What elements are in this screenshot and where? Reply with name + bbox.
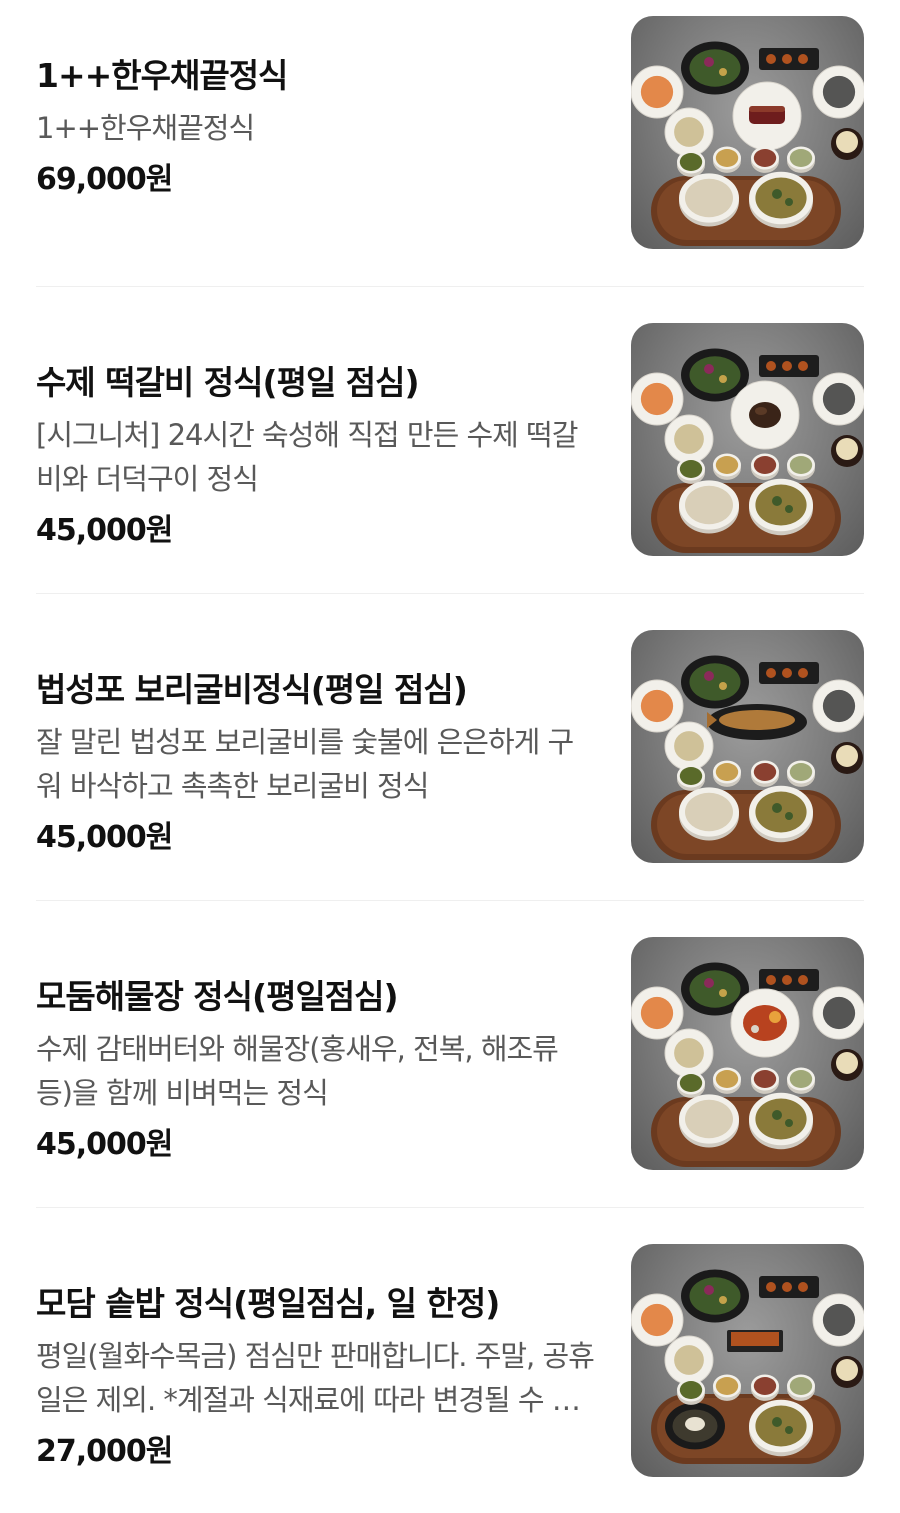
menu-item-text: 법성포 보리굴비정식(평일 점심) 잘 말린 법성포 보리굴비를 숯불에 은은하… [36,666,596,860]
menu-item[interactable]: 모담 솥밥 정식(평일점심, 일 한정) 평일(월화수목금) 점심만 판매합니다… [0,1228,900,1513]
menu-item-text: 1++한우채끝정식 1++한우채끝정식 69,000원 [36,52,596,202]
menu-item-photo[interactable] [631,630,864,863]
menu-item[interactable]: 수제 떡갈비 정식(평일 점심) [시그니처] 24시간 숙성해 직접 만든 수… [0,307,900,614]
divider [36,900,864,901]
menu-item-description: 평일(월화수목금) 점심만 판매합니다. 주말, 공휴일은 제외. *계절과 식… [36,1339,595,1417]
menu-item-price: 45,000원 [36,820,173,855]
divider [36,286,864,287]
menu-item-name: 법성포 보리굴비정식(평일 점심) [36,670,468,709]
menu-item-price: 45,000원 [36,1127,173,1162]
divider [36,1207,864,1208]
menu-item-text: 모담 솥밥 정식(평일점심, 일 한정) 평일(월화수목금) 점심만 판매합니다… [36,1280,596,1474]
divider [36,593,864,594]
menu-item-name: 모둠해물장 정식(평일점심) [36,977,399,1016]
menu-item-text: 수제 떡갈비 정식(평일 점심) [시그니처] 24시간 숙성해 직접 만든 수… [36,359,596,553]
menu-item-price: 45,000원 [36,513,173,548]
menu-item-name: 수제 떡갈비 정식(평일 점심) [36,363,420,402]
menu-item-description: [시그니처] 24시간 숙성해 직접 만든 수제 떡갈비와 더덕구이 정식 [36,418,578,496]
menu-item-name: 모담 솥밥 정식(평일점심, 일 한정) [36,1284,500,1323]
menu-item-text: 모둠해물장 정식(평일점심) 수제 감태버터와 해물장(홍새우, 전복, 해조류… [36,973,596,1167]
menu-item-description: 잘 말린 법성포 보리굴비를 숯불에 은은하게 구워 바삭하고 촉촉한 보리굴비… [36,725,574,803]
menu-item-photo[interactable] [631,323,864,556]
menu-item-photo[interactable] [631,1244,864,1477]
menu-list: 1++한우채끝정식 1++한우채끝정식 69,000원 수제 떡갈비 정식(평일… [0,0,900,1513]
menu-item-photo[interactable] [631,937,864,1170]
menu-item-price: 69,000원 [36,162,173,197]
menu-item-photo[interactable] [631,16,864,249]
menu-item[interactable]: 법성포 보리굴비정식(평일 점심) 잘 말린 법성포 보리굴비를 숯불에 은은하… [0,614,900,921]
menu-item-description: 1++한우채끝정식 [36,111,255,145]
menu-item-description: 수제 감태버터와 해물장(홍새우, 전복, 해조류 등)을 함께 비벼먹는 정식 [36,1032,559,1110]
menu-item[interactable]: 모둠해물장 정식(평일점심) 수제 감태버터와 해물장(홍새우, 전복, 해조류… [0,921,900,1228]
menu-item[interactable]: 1++한우채끝정식 1++한우채끝정식 69,000원 [0,0,900,307]
menu-item-name: 1++한우채끝정식 [36,56,288,95]
menu-item-price: 27,000원 [36,1434,173,1469]
